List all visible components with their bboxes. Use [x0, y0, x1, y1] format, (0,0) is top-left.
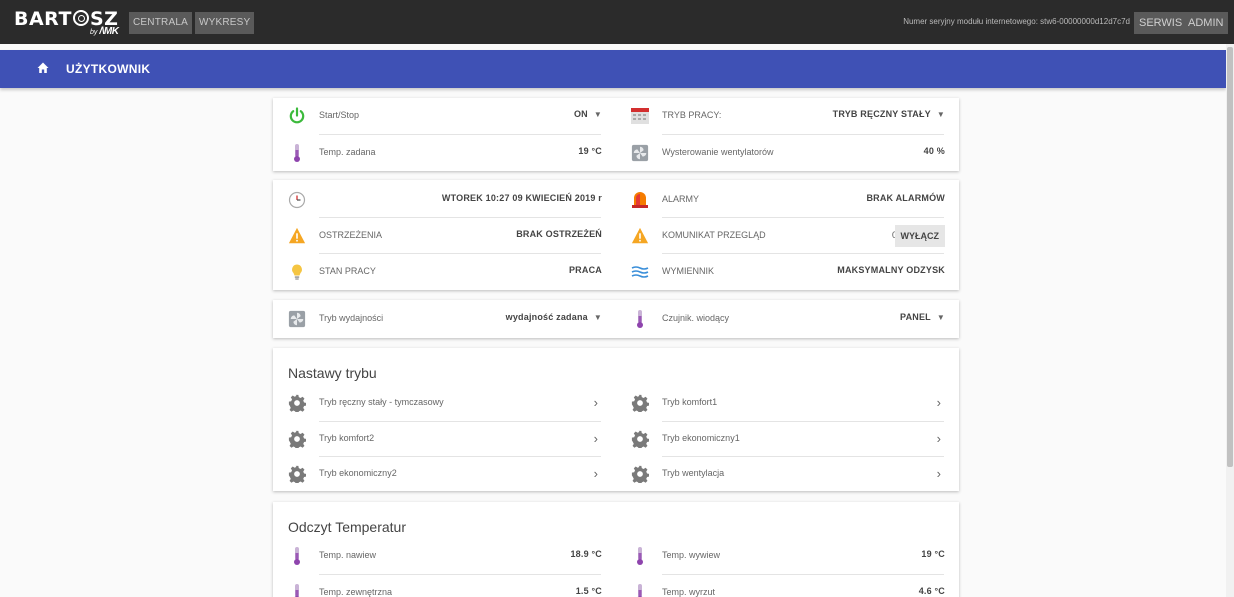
nastawy-title: Nastawy trybu	[288, 365, 377, 381]
scrollbar-thumb[interactable]	[1227, 47, 1233, 467]
alarmy-row: ALARMY BRAK ALARMÓW	[616, 182, 959, 218]
fan-icon	[630, 143, 650, 163]
tryb-wydajnosci-label: Tryb wydajności	[319, 313, 384, 323]
home-icon[interactable]	[37, 62, 49, 74]
chevron-right-icon: ›	[593, 466, 598, 481]
thermometer-icon	[287, 143, 307, 163]
thermometer-icon	[287, 546, 307, 566]
logo: BART SZ by /\MK	[14, 8, 119, 37]
wymiennik-row: WYMIENNIK MAKSYMALNY ODZYSK	[616, 254, 959, 290]
czujnik-row[interactable]: Czujnik. wiodący PANEL ▼	[616, 301, 959, 337]
lightbulb-icon	[287, 262, 307, 282]
alarmy-label: ALARMY	[662, 194, 700, 204]
datetime-value: WTOREK 10:27 09 KWIECIEŃ 2019 r	[441, 193, 602, 203]
chevron-right-icon: ›	[936, 466, 941, 481]
nav-wykresy-button[interactable]: WYKRESY	[195, 12, 255, 34]
caret-down-icon: ▼	[593, 313, 602, 322]
alarm-light-icon	[630, 190, 650, 210]
chevron-right-icon: ›	[936, 431, 941, 446]
gear-icon	[287, 429, 307, 449]
ostrzezenia-value: BRAK OSTRZEŻEŃ	[516, 229, 602, 239]
gear-icon	[287, 464, 307, 484]
temp-zadana-value: 19 °C	[578, 146, 602, 156]
caret-down-icon: ▼	[593, 110, 602, 119]
alarmy-value: BRAK ALARMÓW	[866, 193, 945, 203]
chevron-right-icon: ›	[593, 395, 598, 410]
tryb-wydajnosci-select[interactable]: wydajność zadana ▼	[506, 312, 602, 322]
mode-item[interactable]: Tryb ekonomiczny1 ›	[616, 421, 959, 457]
ostrzezenia-label: OSTRZEŻENIA	[319, 230, 383, 240]
info-card: WTOREK 10:27 09 KWIECIEŃ 2019 r ALARMY B…	[273, 180, 959, 290]
temperatures-title: Odczyt Temperatur	[288, 519, 407, 535]
chevron-right-icon: ›	[936, 395, 941, 410]
serwis-button[interactable]: SERWIS	[1134, 12, 1188, 34]
temperatures-card: Odczyt Temperatur Temp. nawiew 18.9 °C T…	[273, 502, 959, 597]
logo-o-icon	[72, 10, 89, 26]
czujnik-label: Czujnik. wiodący	[662, 313, 730, 323]
chevron-right-icon: ›	[593, 431, 598, 446]
czujnik-select[interactable]: PANEL ▼	[900, 312, 945, 322]
thermometer-icon	[630, 583, 650, 597]
wymiennik-value: MAKSYMALNY ODZYSK	[837, 265, 945, 275]
thermometer-icon	[287, 583, 307, 597]
mode-card: Tryb wydajności wydajność zadana ▼ Czujni…	[273, 300, 959, 338]
stan-pracy-value: PRACA	[568, 265, 602, 275]
calendar-icon	[630, 106, 650, 126]
heat-exchanger-icon	[630, 262, 650, 282]
start-stop-label: Start/Stop	[319, 110, 360, 120]
temperature-row: Temp. nawiew 18.9 °C	[273, 538, 616, 574]
stan-pracy-label: STAN PRACY	[319, 266, 376, 276]
serial-number: Numer seryjny modułu internetowego: stw6…	[903, 17, 1130, 26]
wymiennik-label: WYMIENNIK	[662, 266, 715, 276]
gear-icon	[630, 429, 650, 449]
caret-down-icon: ▼	[936, 313, 945, 322]
tryb-pracy-row[interactable]: TRYB PRACY: TRYB RĘCZNY STAŁY ▼	[616, 98, 959, 134]
mode-item[interactable]: Tryb wentylacja ›	[616, 456, 959, 492]
page-title: UŻYTKOWNIK	[66, 62, 151, 76]
przeglad-row: KOMUNIKAT PRZEGLĄD 0 WYŁĄCZ	[616, 218, 959, 254]
thermometer-icon	[630, 309, 650, 329]
gear-icon	[630, 464, 650, 484]
warning-icon	[630, 226, 650, 246]
wentylatory-label: Wysterowanie wentylatorów	[662, 147, 774, 157]
mode-item[interactable]: Tryb ekonomiczny2 ›	[273, 456, 616, 492]
mode-item[interactable]: Tryb ręczny stały - tymczasowy ›	[273, 385, 616, 421]
temp-zadana-label: Temp. zadana	[319, 147, 376, 157]
wentylatory-value: 40 %	[923, 146, 945, 156]
nav-centrala-button[interactable]: CENTRALA	[129, 12, 192, 34]
tryb-wydajnosci-row[interactable]: Tryb wydajności wydajność zadana ▼	[273, 301, 616, 337]
start-stop-select[interactable]: ON ▼	[574, 109, 602, 119]
thermometer-icon	[630, 546, 650, 566]
tryb-pracy-select[interactable]: TRYB RĘCZNY STAŁY ▼	[833, 109, 945, 119]
stan-pracy-row: STAN PRACY PRACA	[273, 254, 616, 290]
datetime-row: WTOREK 10:27 09 KWIECIEŃ 2019 r	[273, 182, 616, 218]
temperature-row: Temp. wywiew 19 °C	[616, 538, 959, 574]
tryb-pracy-label: TRYB PRACY:	[662, 110, 722, 120]
temperature-row: Temp. zewnętrzna 1.5 °C	[273, 575, 616, 597]
wentylatory-row: Wysterowanie wentylatorów 40 %	[616, 135, 959, 171]
clock-icon	[287, 190, 307, 210]
przeglad-label: KOMUNIKAT PRZEGLĄD	[662, 230, 766, 240]
gear-icon	[630, 393, 650, 413]
warning-icon	[287, 226, 307, 246]
fan-icon	[287, 309, 307, 329]
wylacz-button[interactable]: WYŁĄCZ	[894, 225, 945, 247]
gear-icon	[287, 393, 307, 413]
admin-button[interactable]: ADMIN	[1183, 12, 1229, 34]
power-icon	[287, 106, 307, 126]
temp-zadana-row[interactable]: Temp. zadana 19 °C	[273, 135, 616, 171]
temperature-row: Temp. wyrzut 4.6 °C	[616, 575, 959, 597]
start-stop-row[interactable]: Start/Stop ON ▼	[273, 98, 616, 134]
user-header-bar: UŻYTKOWNIK	[0, 50, 1226, 88]
top-bar: BART SZ by /\MK CENTRALA WYKRESY Numer se…	[0, 0, 1234, 44]
scrollbar[interactable]	[1226, 44, 1234, 597]
status-card: Start/Stop ON ▼ TRYB PRACY: TRYB RĘCZNY S…	[273, 98, 959, 171]
nastawy-card: Nastawy trybu Tryb ręczny stały - tymcza…	[273, 348, 959, 491]
mode-item[interactable]: Tryb komfort1 ›	[616, 385, 959, 421]
ostrzezenia-row: OSTRZEŻENIA BRAK OSTRZEŻEŃ	[273, 218, 616, 254]
mode-item[interactable]: Tryb komfort2 ›	[273, 421, 616, 457]
caret-down-icon: ▼	[936, 110, 945, 119]
